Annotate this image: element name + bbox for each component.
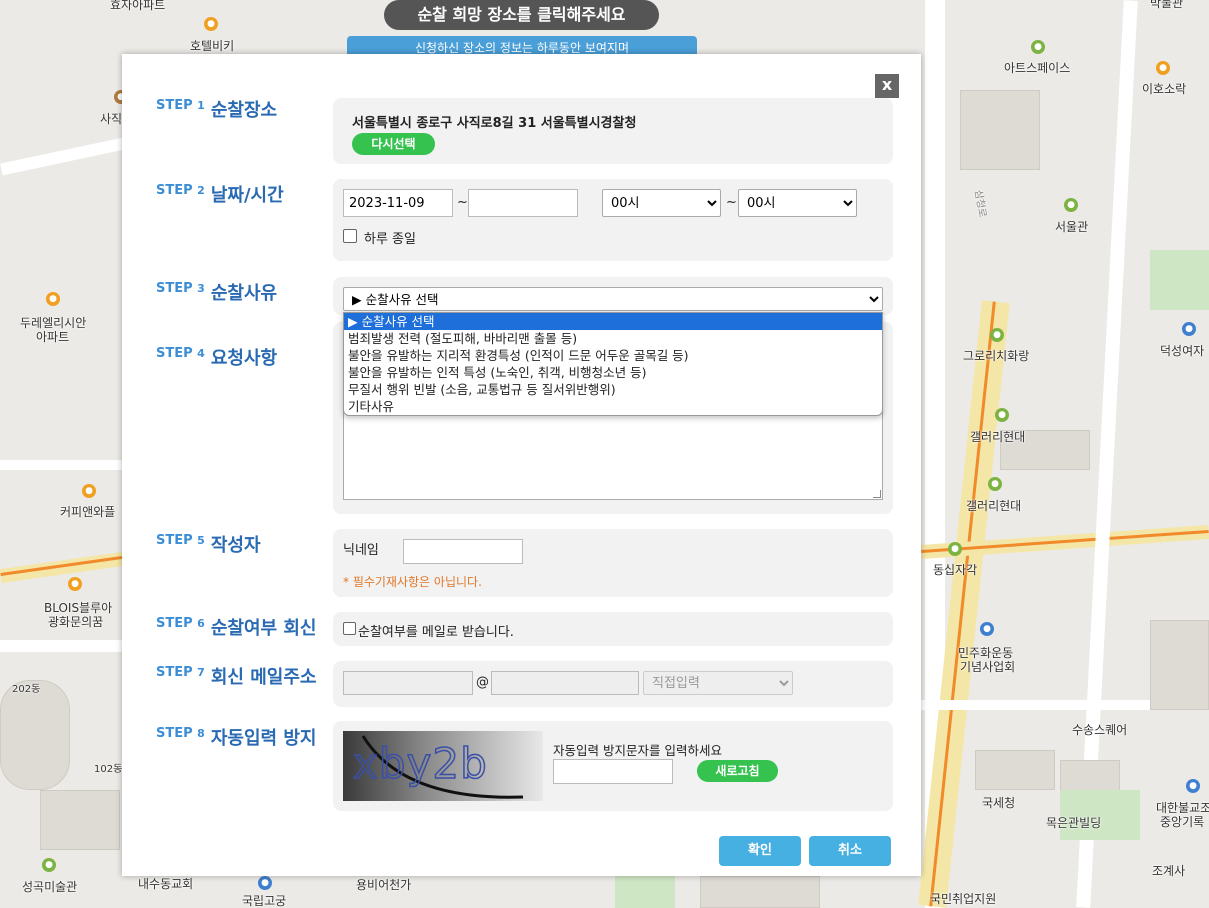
email-box: @ 직접입력 [333, 661, 893, 707]
reason-box: ▶ 순찰사유 선택 [333, 277, 893, 315]
nickname-label: 닉네임 [343, 543, 379, 558]
allday-checkbox[interactable] [343, 229, 357, 243]
map-label: 용비어천가 [356, 878, 412, 892]
map-label: 커피앤와플 [60, 505, 116, 519]
step-6-heading: STEP 6 순찰여부 회신 [156, 616, 317, 639]
map-label: 그로리치화랑 [963, 349, 1030, 363]
confirm-button[interactable]: 확인 [719, 836, 801, 866]
step-3-heading: STEP 3 순찰사유 [156, 281, 278, 304]
school-icon: ● [1182, 322, 1196, 336]
map-label: 아트스페이스 [1004, 61, 1071, 75]
start-hour-select[interactable]: 00시 [602, 189, 721, 217]
map-label: 국민취업지원 [930, 892, 997, 906]
reselect-button[interactable]: 다시선택 [352, 133, 435, 155]
map-label: 호텔비키 [190, 39, 235, 53]
reason-option[interactable]: 범죄발생 전력 (절도피해, 바바리맨 출몰 등) [344, 330, 882, 347]
reason-option[interactable]: 무질서 행위 빈발 (소음, 교통법규 등 질서위반행위) [344, 381, 882, 398]
hour-tilde: ~ [726, 195, 737, 210]
captcha-box: xby2b 자동입력 방지문자를 입력하세요 새로고침 [333, 721, 893, 811]
reason-option[interactable]: ▶ 순찰사유 선택 [344, 313, 882, 330]
email-at: @ [476, 675, 489, 690]
step-2-heading: STEP 2 날짜/시간 [156, 183, 284, 206]
captcha-prompt: 자동입력 방지문자를 입력하세요 [553, 743, 722, 758]
cafe-icon: ● [1156, 61, 1170, 75]
writer-note: * 필수기재사항은 아닙니다. [343, 575, 482, 589]
map-label: 동십자각 [933, 563, 978, 577]
map-label: 국세청 [982, 796, 1016, 810]
map-label: 갤러리현대 [966, 499, 1022, 513]
map-label: 이호소락 [1142, 82, 1187, 96]
map-label: 박물관 [1150, 0, 1184, 10]
nickname-input[interactable] [403, 539, 523, 564]
email-id-input[interactable] [343, 671, 473, 695]
step-4-heading: STEP 4 요청사항 [156, 346, 278, 369]
datetime-box: ~ 00시 ~ 00시 하루 종일 [333, 179, 893, 261]
step-1-heading: STEP 1 순찰장소 [156, 98, 278, 121]
end-hour-select[interactable]: 00시 [738, 189, 857, 217]
museum-icon: ● [258, 876, 272, 890]
reason-option[interactable]: 기타사유 [344, 398, 882, 415]
captcha-text: xby2b [352, 738, 488, 789]
map-label: 덕성여자 [1160, 344, 1205, 358]
end-date-input[interactable] [468, 189, 578, 217]
email-domain-select[interactable]: 직접입력 [643, 671, 793, 695]
start-date-input[interactable] [343, 189, 453, 217]
map-label: 중앙기록 [1160, 815, 1205, 829]
reply-label: 순찰여부를 메일로 받습니다. [358, 625, 514, 640]
temple-icon: ● [1186, 779, 1200, 793]
step-8-heading: STEP 8 자동입력 방지 [156, 726, 317, 749]
reply-checkbox[interactable] [343, 622, 356, 635]
map-label: 성곡미술관 [22, 880, 78, 894]
patrol-request-dialog: x STEP 1 순찰장소 서울특별시 종로구 사직로8길 31 서울특별시경찰청… [122, 54, 921, 876]
gallery-icon: ● [1064, 198, 1078, 212]
map-label: 삼청로 [972, 189, 988, 219]
gallery-icon: ● [42, 858, 56, 872]
map-label: 효자아파트 [110, 0, 166, 12]
restaurant-icon: ● [82, 484, 96, 498]
map-label: 102동 [94, 764, 123, 775]
reason-dropdown-list: ▶ 순찰사유 선택 범죄발생 전력 (절도피해, 바바리맨 출몰 등) 불안을 … [343, 312, 883, 416]
map-label: 기념사업회 [960, 660, 1016, 674]
map-label: 국립고궁 [242, 894, 287, 908]
reply-box: 순찰여부를 메일로 받습니다. [333, 612, 893, 646]
hotel-icon: ● [204, 17, 218, 31]
map-label: 아파트 [36, 330, 70, 344]
resize-handle-icon[interactable] [873, 490, 881, 498]
cancel-button[interactable]: 취소 [809, 836, 891, 866]
apartment-icon: ● [68, 577, 82, 591]
map-label: 광화문의꿈 [48, 615, 104, 629]
map-label: 사직 [100, 112, 123, 126]
map-label: 내수동교회 [138, 877, 194, 891]
place-address: 서울특별시 종로구 사직로8길 31 서울특별시경찰청 [352, 116, 637, 131]
map-label: 갤러리현대 [970, 430, 1026, 444]
apartment-icon: ● [46, 292, 60, 306]
gallery-icon: ● [990, 328, 1004, 342]
gallery-icon: ● [988, 477, 1002, 491]
building-icon: ● [980, 622, 994, 636]
map-label: 서울관 [1055, 220, 1089, 234]
map-banner: 순찰 희망 장소를 클릭해주세요 [384, 0, 659, 30]
captcha-image: xby2b [343, 731, 543, 801]
place-box: 서울특별시 종로구 사직로8길 31 서울특별시경찰청 다시선택 [333, 98, 893, 164]
reason-option[interactable]: 불안을 유발하는 인적 특성 (노숙인, 취객, 비행청소년 등) [344, 364, 882, 381]
gallery-icon: ● [995, 408, 1009, 422]
map-label: 202동 [12, 684, 41, 695]
captcha-input[interactable] [553, 759, 673, 784]
refresh-captcha-button[interactable]: 새로고침 [697, 760, 778, 782]
map-label: 조계사 [1152, 864, 1186, 878]
close-button[interactable]: x [875, 74, 899, 98]
allday-label: 하루 종일 [364, 232, 416, 247]
landmark-icon: ● [948, 542, 962, 556]
gallery-icon: ● [1031, 40, 1045, 54]
date-tilde: ~ [457, 195, 468, 210]
reason-select[interactable]: ▶ 순찰사유 선택 [343, 287, 883, 311]
map-label: 목은관빌딩 [1046, 816, 1102, 830]
step-5-heading: STEP 5 작성자 [156, 533, 261, 556]
email-domain-input[interactable] [491, 671, 639, 695]
reason-option[interactable]: 불안을 유발하는 지리적 환경특성 (인적이 드문 어두운 골목길 등) [344, 347, 882, 364]
step-7-heading: STEP 7 회신 메일주소 [156, 665, 317, 688]
map-label: 수송스퀘어 [1072, 723, 1128, 737]
writer-box: 닉네임 * 필수기재사항은 아닙니다. [333, 529, 893, 597]
